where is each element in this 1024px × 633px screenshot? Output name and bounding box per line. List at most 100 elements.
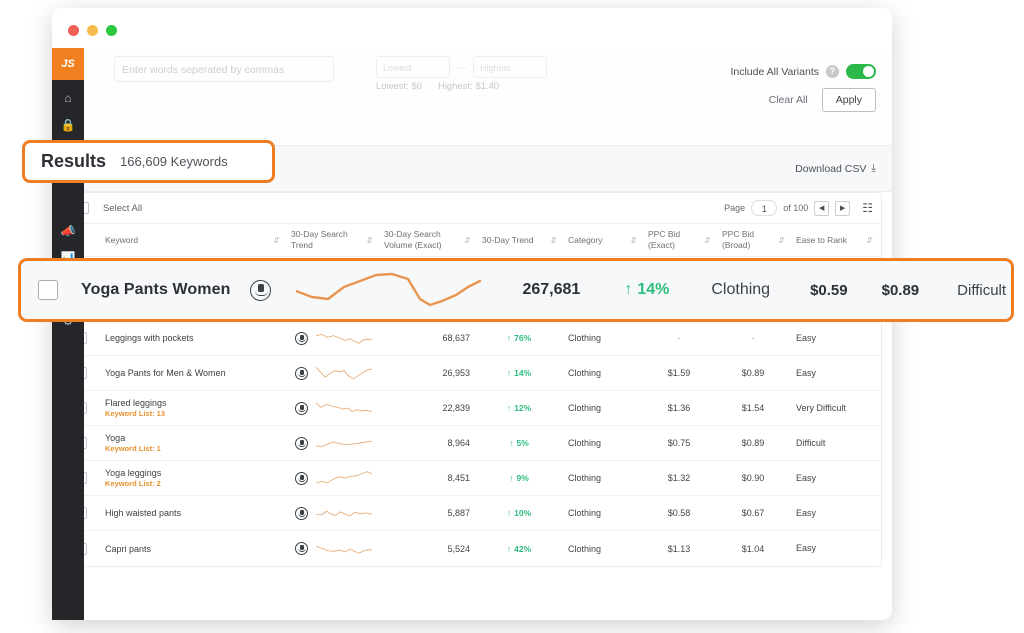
row-trend-cell: ↑ 12%: [476, 403, 562, 413]
row-category: Clothing: [568, 368, 601, 378]
row-keyword: Yoga: [105, 433, 125, 443]
row-ppc-bid-exact: $1.32: [668, 473, 691, 483]
page-number-input[interactable]: 1: [751, 200, 777, 216]
row-ppc-bid-exact: $1.36: [668, 403, 691, 413]
bid-highest-input[interactable]: Highest: [473, 56, 547, 78]
trend-arrow-icon: ↑: [507, 544, 511, 554]
header-30-day-trend[interactable]: 30-Day Trend ⇵: [476, 224, 562, 256]
header-search-trend-label: 30-Day Search Trend: [291, 229, 362, 250]
row-search-volume: 8,451: [447, 473, 470, 483]
trend-arrow-icon: ↑: [624, 281, 632, 299]
header-keyword[interactable]: Keyword ⇵: [99, 224, 285, 256]
clear-all-button[interactable]: Clear All: [769, 94, 808, 106]
results-count: 166,609 Keywords: [120, 154, 228, 169]
table-row[interactable]: High waisted pants 5,887 ↑ 10% Clothing …: [63, 496, 881, 531]
row-search-volume: 26,953: [442, 368, 470, 378]
row-keyword: Yoga Pants Women: [81, 281, 230, 299]
highlighted-keyword-row[interactable]: Yoga Pants Women 267,681 ↑ 14% Clothing …: [18, 258, 1014, 322]
page-label: Page: [724, 203, 745, 213]
sidebar-item-advertising[interactable]: 📣: [52, 217, 84, 244]
row-ppc-bid-broad-cell: $0.89: [716, 368, 790, 378]
row-search-volume-cell: 8,451: [378, 473, 476, 483]
column-settings-icon[interactable]: ☷: [862, 202, 873, 214]
row-ppc-bid-exact-cell: $1.13: [642, 544, 716, 554]
row-ppc-bid-exact-cell: -: [642, 333, 716, 343]
prev-page-button[interactable]: ◀: [814, 201, 829, 216]
sort-icon[interactable]: ⇵: [273, 236, 279, 245]
trend-arrow-icon: ↑: [509, 473, 513, 483]
row-ppc-bid-broad-cell: $0.89: [716, 438, 790, 448]
row-keyword: Yoga Pants for Men & Women: [105, 368, 226, 378]
table-row[interactable]: Leggings with pockets 68,637 ↑ 76% Cloth…: [63, 321, 881, 356]
table-row[interactable]: Flared leggings Keyword List: 13 22,839 …: [63, 391, 881, 426]
sort-icon[interactable]: ⇵: [464, 236, 470, 245]
header-ease-to-rank[interactable]: Ease to Rank ⇵: [790, 224, 878, 256]
row-category: Clothing: [568, 333, 601, 343]
header-search-volume[interactable]: 30-Day Search Volume (Exact) ⇵: [378, 224, 476, 256]
table-row[interactable]: Yoga leggings Keyword List: 2 8,451 ↑ 9%…: [63, 461, 881, 496]
row-search-trend-sparkline: [296, 265, 484, 316]
download-icon: ⤓: [871, 162, 876, 175]
row-ppc-bid-exact-cell: $0.58: [642, 508, 716, 518]
row-ppc-bid-broad: $1.54: [742, 403, 765, 413]
row-search-trend-cell: [285, 498, 378, 528]
row-ppc-bid-broad-cell: -: [716, 333, 790, 343]
highest-hint: Highest: $1.40: [438, 81, 499, 92]
pagination: Page 1 of 100 ◀ ▶ ☷: [724, 200, 873, 216]
table-row[interactable]: Yoga Keyword List: 1 8,964 ↑ 5% Clothing…: [63, 426, 881, 461]
sort-icon[interactable]: ⇵: [866, 236, 872, 245]
row-search-trend-cell: [285, 463, 378, 493]
row-keyword: High waisted pants: [105, 508, 181, 518]
lowest-hint: Lowest: $0: [376, 81, 422, 92]
close-window-button[interactable]: [68, 25, 79, 36]
header-ppc-bid-exact[interactable]: PPC Bid (Exact) ⇵: [642, 224, 716, 256]
next-page-button[interactable]: ▶: [835, 201, 850, 216]
bid-lowest-input[interactable]: Lowest: [376, 56, 450, 78]
include-all-variants-toggle[interactable]: [846, 64, 876, 79]
row-keyword-cell: Yoga Keyword List: 1: [99, 433, 285, 453]
row-search-trend-cell: [285, 428, 378, 458]
maximize-window-button[interactable]: [106, 25, 117, 36]
header-ease-to-rank-label: Ease to Rank: [796, 235, 847, 246]
ppc-bid-range-group: Lowest — Highest Lowest: $0 Highest: $1.…: [376, 56, 547, 92]
row-ppc-bid-exact: $1.59: [668, 368, 691, 378]
app-logo[interactable]: JS: [52, 48, 84, 80]
download-csv-button[interactable]: Download CSV ⤓: [795, 162, 876, 175]
row-trend-cell: ↑ 42%: [476, 544, 562, 554]
sidebar-item-home[interactable]: ⌂: [52, 84, 84, 111]
apply-button[interactable]: Apply: [822, 88, 876, 112]
row-ppc-bid-exact: $0.58: [668, 508, 691, 518]
sort-icon[interactable]: ⇵: [778, 236, 784, 245]
header-search-trend[interactable]: 30-Day Search Trend ⇵: [285, 224, 378, 256]
row-ppc-bid-exact-cell: $0.75: [642, 438, 716, 448]
header-keyword-label: Keyword: [105, 235, 138, 246]
header-category[interactable]: Category ⇵: [562, 224, 642, 256]
header-ppc-bid-broad[interactable]: PPC Bid (Broad) ⇵: [716, 224, 790, 256]
row-search-volume-cell: 26,953: [378, 368, 476, 378]
minimize-window-button[interactable]: [87, 25, 98, 36]
row-ease-to-rank: Difficult: [796, 438, 825, 449]
row-ease-to-rank-cell: Easy: [790, 473, 878, 484]
sort-icon[interactable]: ⇵: [366, 236, 372, 245]
help-icon[interactable]: ?: [826, 65, 839, 78]
table-row[interactable]: Yoga Pants for Men & Women 26,953 ↑ 14% …: [63, 356, 881, 391]
header-ppc-bid-broad-label: PPC Bid (Broad): [722, 229, 774, 250]
sort-icon[interactable]: ⇵: [550, 236, 556, 245]
keyword-filter-input[interactable]: Enter words seperated by commas: [114, 56, 334, 82]
filter-bar: Enter words seperated by commas Lowest —…: [52, 52, 892, 146]
row-ease-to-rank: Easy: [796, 508, 816, 519]
amazon-icon: [295, 542, 308, 555]
trend-value: 10%: [514, 508, 531, 518]
trend-value: 42%: [514, 544, 531, 554]
row-ppc-bid-broad: $0.89: [882, 282, 920, 299]
sidebar-item-product-database[interactable]: 🔒: [52, 111, 84, 138]
window-titlebar: [52, 8, 892, 52]
row-ppc-bid-exact-cell: $1.32: [642, 473, 716, 483]
table-row[interactable]: Capri pants 5,524 ↑ 42% Clothing $1.13 $…: [63, 531, 881, 566]
sort-icon[interactable]: ⇵: [704, 236, 710, 245]
row-ppc-bid-exact-cell: $1.36: [642, 403, 716, 413]
sort-icon[interactable]: ⇵: [630, 236, 636, 245]
row-keyword-list: Keyword List: 2: [105, 479, 161, 488]
row-ease-to-rank: Very Difficult: [796, 403, 846, 414]
row-checkbox[interactable]: [38, 280, 58, 300]
